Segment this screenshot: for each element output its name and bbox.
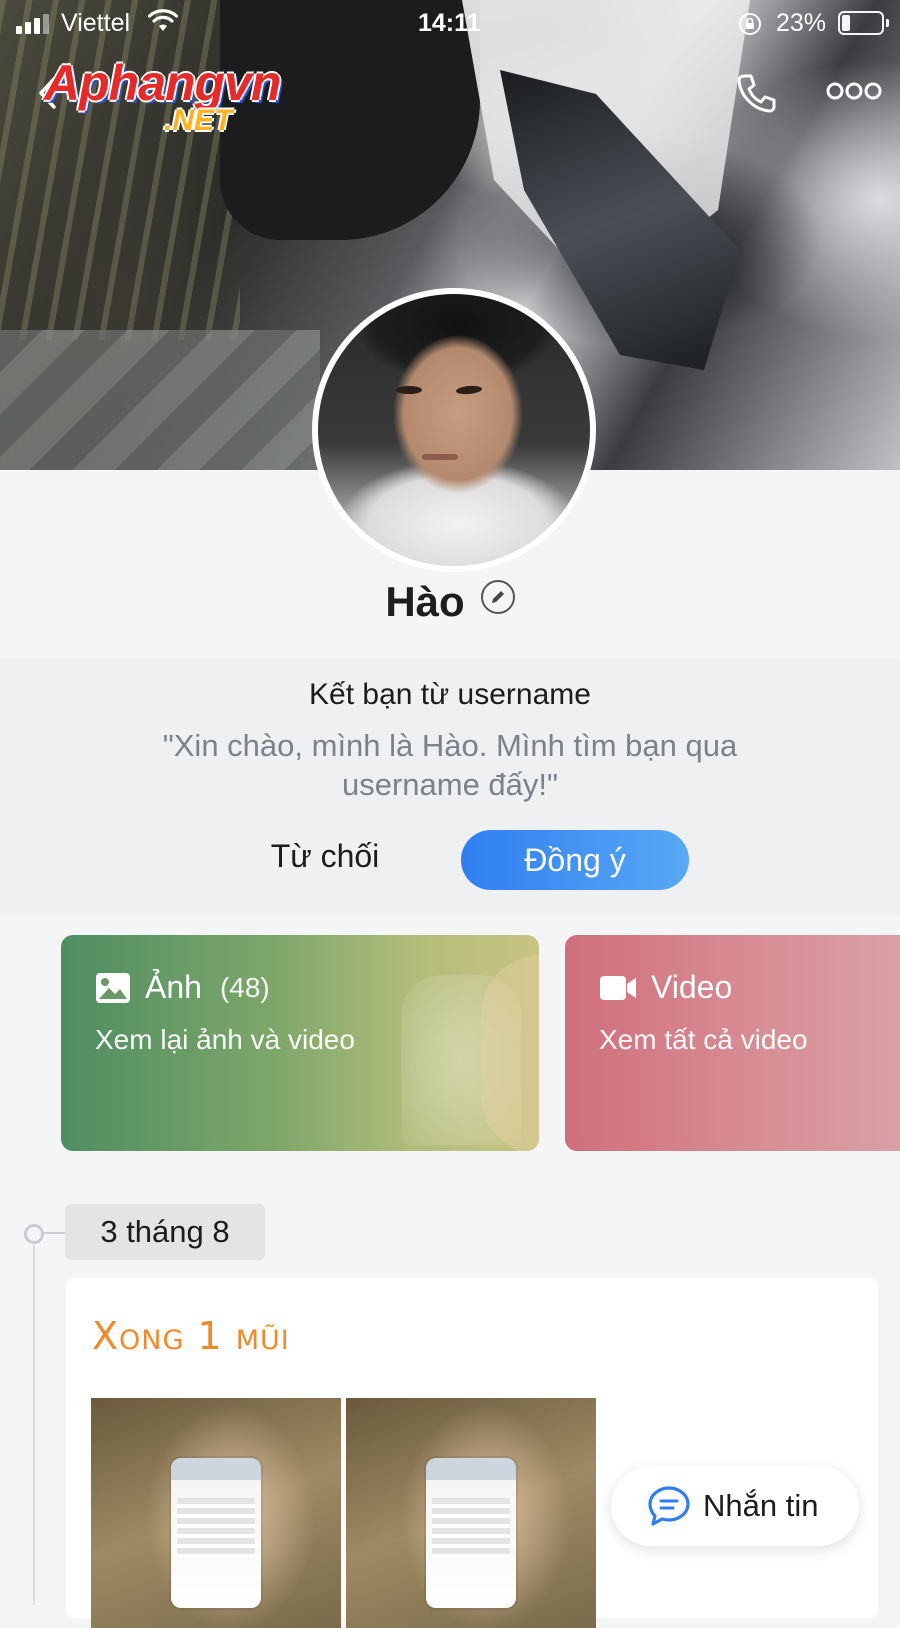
phone-icon[interactable]	[734, 70, 780, 116]
message-button[interactable]: Nhắn tin	[611, 1466, 859, 1546]
videos-card[interactable]: Video Xem tất cả video	[565, 935, 900, 1151]
post-photo-1[interactable]	[91, 1398, 341, 1628]
watermark-line2: .NET	[164, 104, 233, 137]
post-text: Xong 1 mũi	[92, 1314, 290, 1358]
cover-fence	[0, 0, 240, 340]
status-bar: Viettel 14:11 23%	[0, 0, 900, 46]
timeline-dot	[24, 1224, 44, 1244]
timeline-post[interactable]: Xong 1 mũi	[66, 1278, 878, 1628]
timeline-connector	[42, 1232, 66, 1234]
battery-icon	[838, 11, 889, 35]
post-photo-2[interactable]	[346, 1398, 596, 1628]
reject-button[interactable]: Từ chối	[230, 828, 420, 884]
more-dots-icon[interactable]	[826, 80, 882, 102]
videos-card-title: Video	[651, 969, 733, 1005]
wifi-icon	[148, 9, 178, 31]
videos-card-subtitle: Xem tất cả video	[599, 1024, 808, 1055]
photos-card-title: Ảnh	[145, 969, 202, 1005]
photos-card-background-hand	[481, 955, 539, 1151]
avatar-mouth	[422, 454, 458, 460]
friend-request-message: "Xin chào, mình là Hào. Mình tìm bạn qua…	[162, 728, 738, 802]
profile-name-row: Hào	[0, 578, 900, 626]
watermark-line1: Aphangvn	[44, 55, 281, 111]
orientation-lock-icon	[739, 13, 761, 35]
vaccine-vial-1	[171, 1458, 261, 1608]
cover-floor	[0, 330, 320, 470]
video-camera-icon	[600, 975, 636, 1000]
watermark-logo: Aphangvn .NET	[44, 54, 324, 144]
photos-count: (48)	[219, 971, 270, 1003]
avatar-eye-left	[396, 386, 422, 394]
carrier-name: Viettel	[61, 9, 131, 37]
avatar-eye-right	[455, 384, 483, 396]
chat-bubble-icon	[648, 1486, 690, 1526]
avatar[interactable]	[312, 288, 596, 572]
profile-name: Hào	[385, 578, 465, 625]
friend-request-panel: Kết bạn từ username "Xin chào, mình là H…	[0, 658, 900, 916]
photos-card[interactable]: Ảnh (48) Xem lại ảnh và video	[61, 935, 539, 1151]
message-button-label: Nhắn tin	[703, 1488, 819, 1523]
battery-percent: 23%	[776, 9, 827, 37]
clock: 14:11	[418, 9, 481, 37]
timeline-date-label: 3 tháng 8	[65, 1204, 265, 1260]
vaccine-vial-2	[426, 1458, 516, 1608]
friend-request-title: Kết bạn từ username	[309, 678, 591, 711]
image-icon	[96, 972, 130, 1003]
photos-card-subtitle: Xem lại ảnh và video	[95, 1024, 355, 1055]
accept-button[interactable]: Đồng ý	[461, 830, 689, 890]
signal-icon	[16, 14, 49, 34]
pencil-icon[interactable]	[480, 580, 515, 614]
timeline-line	[33, 1245, 35, 1605]
